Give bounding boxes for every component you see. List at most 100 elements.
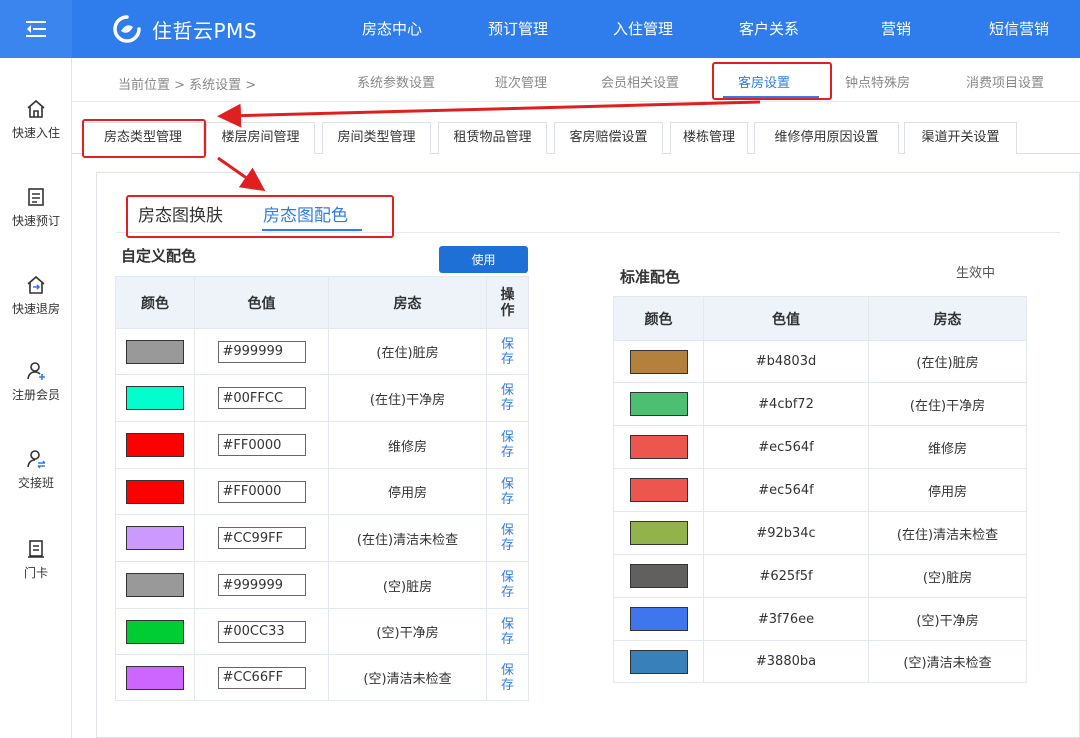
color-swatch (126, 573, 184, 597)
color-cell (613, 511, 704, 555)
color-swatch (629, 349, 688, 374)
color-value-input[interactable] (217, 387, 306, 409)
color-cell (613, 468, 704, 512)
color-value-input[interactable] (217, 620, 306, 643)
sidebar-item-register-member[interactable]: 注册会员 (0, 360, 72, 403)
subnav-shift-management[interactable]: 班次管理 (495, 72, 547, 91)
annotation-box-room-status-types (82, 119, 206, 158)
menu-collapse-icon (26, 21, 46, 37)
nav-marketing[interactable]: 营销 (881, 18, 911, 39)
nav-room-status[interactable]: 房态中心 (362, 18, 422, 39)
color-cell (115, 374, 195, 422)
column-header-action: 操作 (486, 276, 529, 329)
save-link[interactable]: 保存 (501, 617, 515, 647)
save-link[interactable]: 保存 (501, 383, 515, 413)
tab-building-management[interactable]: 楼栋管理 (670, 122, 748, 154)
color-value-input[interactable] (217, 527, 306, 549)
status-cell: (空)清洁未检查 (868, 640, 1027, 683)
column-header-value: 色值 (703, 296, 869, 341)
color-value-input[interactable] (217, 666, 306, 689)
subnav-system-params[interactable]: 系统参数设置 (357, 72, 435, 91)
arrow-to-tab (217, 100, 761, 128)
save-link[interactable]: 保存 (501, 477, 515, 507)
action-cell: 保存 (486, 561, 529, 609)
status-cell: (空)干净房 (868, 597, 1027, 641)
tab-room-compensation[interactable]: 客房赔偿设置 (554, 122, 663, 154)
save-link[interactable]: 保存 (501, 430, 515, 460)
standard-color-table: 颜色 色值 房态 #b4803d (在住)脏房 #4cbf72 (在住)干净房 #ec5… (613, 296, 1027, 683)
status-cell: (空)干净房 (328, 608, 487, 655)
standard-color-title: 标准配色 (620, 268, 681, 286)
brand-logo[interactable]: 住哲云PMS (112, 14, 257, 44)
color-swatch (126, 479, 184, 504)
sidebar-item-quick-checkin[interactable]: 快速入住 (0, 98, 72, 141)
status-cell: (在住)清洁未检查 (868, 511, 1027, 555)
value-cell (194, 328, 329, 375)
document-icon (28, 188, 44, 206)
subnav-member-settings[interactable]: 会员相关设置 (601, 72, 679, 91)
nav-reservation[interactable]: 预订管理 (488, 18, 548, 39)
save-link[interactable]: 保存 (501, 570, 515, 600)
sidebar-item-quick-booking[interactable]: 快速预订 (0, 186, 72, 229)
color-swatch (126, 665, 184, 690)
value-cell (194, 468, 329, 515)
color-cell (115, 514, 195, 562)
nav-checkin[interactable]: 入住管理 (613, 18, 673, 39)
tab-rental-items[interactable]: 租赁物品管理 (438, 122, 547, 154)
table-row: #92b34c (在住)清洁未检查 (613, 511, 1027, 555)
menu-toggle-button[interactable] (0, 0, 72, 58)
use-button[interactable]: 使用 (439, 246, 528, 273)
save-link[interactable]: 保存 (501, 663, 515, 693)
action-cell: 保存 (486, 654, 529, 701)
subnav-hourly-rooms[interactable]: 钟点特殊房 (845, 72, 910, 91)
checkout-house-icon (27, 275, 45, 294)
table-row: (在住)干净房保存 (115, 374, 529, 422)
color-value-input[interactable] (217, 574, 306, 596)
table-row: 停用房保存 (115, 468, 529, 515)
action-cell: 保存 (486, 468, 529, 515)
color-cell (613, 340, 704, 383)
top-header: 住哲云PMS 房态中心 预订管理 入住管理 客户关系 营销 短信营销 (0, 0, 1080, 58)
value-cell: #b4803d (703, 340, 869, 383)
save-link[interactable]: 保存 (501, 337, 515, 367)
color-swatch (629, 478, 688, 502)
column-header-status: 房态 (868, 296, 1027, 341)
handover-user-icon (27, 450, 46, 469)
action-cell: 保存 (486, 421, 529, 469)
value-cell (194, 561, 329, 609)
action-cell: 保存 (486, 608, 529, 655)
color-cell (613, 554, 704, 598)
custom-color-table: 颜色 色值 房态 操作 (在住)脏房保存(在住)干净房保存维修房保存停用房保存(… (115, 276, 529, 701)
tab-floor-rooms[interactable]: 楼层房间管理 (206, 122, 315, 154)
sidebar-item-quick-checkout[interactable]: 快速退房 (0, 274, 72, 317)
nav-customer[interactable]: 客户关系 (739, 18, 799, 39)
color-swatch (126, 526, 184, 550)
status-cell: (空)脏房 (328, 561, 487, 609)
color-value-input[interactable] (217, 340, 306, 363)
color-swatch (126, 386, 184, 410)
tab-maintenance-reasons[interactable]: 维修停用原因设置 (754, 122, 899, 154)
value-cell: #4cbf72 (703, 382, 869, 426)
tab-room-types[interactable]: 房间类型管理 (322, 122, 431, 154)
breadcrumb: 当前位置 > 系统设置 > (72, 58, 1080, 102)
subnav-consumption-items[interactable]: 消费项目设置 (966, 72, 1044, 91)
brand-logo-icon (113, 15, 141, 43)
save-link[interactable]: 保存 (501, 523, 515, 553)
tab-channel-switch[interactable]: 渠道开关设置 (904, 122, 1017, 154)
color-swatch (629, 649, 688, 674)
table-row: #ec564f 维修房 (613, 425, 1027, 469)
column-header-status: 房态 (328, 276, 487, 329)
color-value-input[interactable] (217, 480, 306, 503)
sidebar-item-room-card[interactable]: 门卡 (0, 538, 72, 581)
room-card-icon (28, 540, 44, 558)
column-header-color: 颜色 (115, 276, 195, 329)
sidebar-item-shift-handover[interactable]: 交接班 (0, 448, 72, 491)
column-header-value: 色值 (194, 276, 329, 329)
add-user-icon (27, 362, 45, 380)
status-cell: (空)清洁未检查 (328, 654, 487, 701)
color-value-input[interactable] (217, 434, 306, 456)
value-cell (194, 608, 329, 655)
nav-sms-marketing[interactable]: 短信营销 (989, 18, 1049, 39)
brand-name: 住哲云PMS (152, 18, 258, 43)
status-cell: (在住)干净房 (328, 374, 487, 422)
